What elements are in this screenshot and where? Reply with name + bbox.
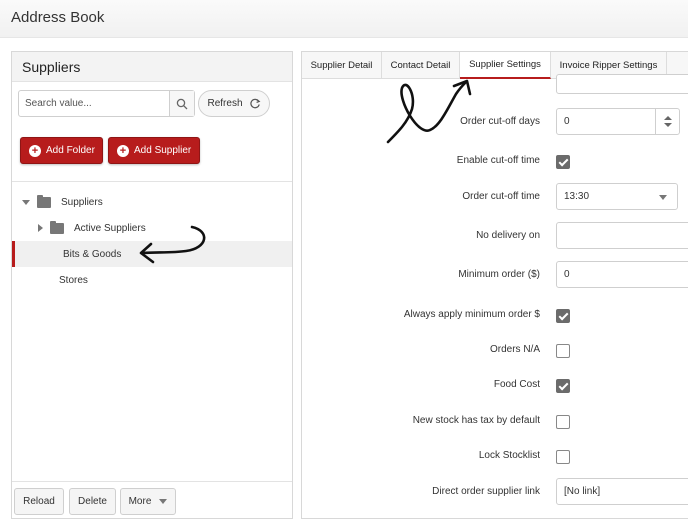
- order-cutoff-time-label: Order cut-off time: [462, 191, 540, 202]
- tab-supplier-settings[interactable]: Supplier Settings: [460, 52, 551, 79]
- tree-item-stores[interactable]: Stores: [12, 267, 292, 293]
- divider: [12, 181, 292, 182]
- add-supplier-button[interactable]: + Add Supplier: [108, 137, 200, 164]
- tree-item-active-suppliers[interactable]: Active Suppliers: [12, 215, 292, 241]
- order-cutoff-time-select[interactable]: 13:30: [556, 183, 678, 210]
- tab-label: Supplier Settings: [469, 59, 541, 70]
- plus-icon: +: [29, 144, 41, 157]
- tab-label: Contact Detail: [390, 60, 451, 71]
- orders-na-label: Orders N/A: [489, 344, 540, 355]
- tree-item-label: Stores: [59, 274, 88, 286]
- add-folder-label: Add Folder: [46, 145, 95, 156]
- add-folder-button[interactable]: + Add Folder: [20, 137, 103, 164]
- tree-item-label: Suppliers: [61, 196, 103, 208]
- tab-label: Invoice Ripper Settings: [559, 60, 658, 71]
- enable-cutoff-time-checkbox[interactable]: [556, 155, 570, 169]
- bottom-toolbar: Reload Delete More: [12, 481, 292, 519]
- reload-button[interactable]: Reload: [14, 488, 64, 515]
- direct-order-link-label: Direct order supplier link: [432, 486, 540, 497]
- more-label: More: [128, 496, 152, 507]
- enable-cutoff-time-label: Enable cut-off time: [456, 155, 540, 166]
- search-row: Refresh: [18, 90, 288, 118]
- refresh-icon: [249, 98, 260, 108]
- new-stock-tax-label: New stock has tax by default: [412, 415, 540, 426]
- folder-icon: [50, 220, 64, 234]
- annotation-arrow-up: [386, 79, 472, 144]
- lock-stocklist-checkbox[interactable]: [556, 450, 570, 464]
- no-delivery-on-input[interactable]: [556, 222, 688, 249]
- panel-title: Suppliers: [12, 52, 292, 82]
- suppliers-panel: Suppliers Refresh + Add Folder + Add Sup…: [11, 51, 293, 519]
- scrolled-field[interactable]: [556, 74, 688, 94]
- add-supplier-label: Add Supplier: [134, 145, 192, 156]
- food-cost-checkbox[interactable]: [556, 379, 570, 393]
- tab-contact-detail[interactable]: Contact Detail: [382, 52, 460, 79]
- refresh-button[interactable]: Refresh: [198, 90, 270, 117]
- lock-stocklist-label: Lock Stocklist: [478, 450, 540, 461]
- always-apply-min-checkbox[interactable]: [556, 309, 570, 323]
- always-apply-min-label: Always apply minimum order $: [403, 309, 540, 320]
- tab-label: Supplier Detail: [310, 60, 373, 71]
- app-title: Address Book: [11, 9, 105, 26]
- chevron-down-icon[interactable]: [663, 123, 672, 127]
- chevron-down-icon: [659, 195, 667, 200]
- order-cutoff-days-input[interactable]: 0: [556, 108, 680, 135]
- minimum-order-input[interactable]: 0: [556, 261, 688, 288]
- search-input[interactable]: [19, 91, 169, 116]
- order-cutoff-time-value: 13:30: [564, 191, 590, 202]
- chevron-down-icon: [159, 499, 168, 504]
- chevron-up-icon[interactable]: [663, 116, 672, 120]
- refresh-label: Refresh: [207, 98, 243, 109]
- tree-item-label: Bits & Goods: [63, 248, 122, 260]
- direct-order-link-value: [No link]: [564, 486, 601, 497]
- delete-label: Delete: [78, 496, 107, 507]
- tab-supplier-detail[interactable]: Supplier Detail: [302, 52, 382, 79]
- minimum-order-value: 0: [564, 269, 570, 280]
- direct-order-link-select[interactable]: [No link]: [556, 478, 688, 505]
- chevron-right-icon[interactable]: [38, 224, 43, 232]
- food-cost-label: Food Cost: [493, 379, 540, 390]
- number-stepper[interactable]: [655, 109, 679, 134]
- search-box: [18, 90, 195, 117]
- folder-icon: [37, 194, 51, 208]
- tree-item-suppliers[interactable]: Suppliers: [12, 189, 292, 215]
- order-cutoff-days-value: 0: [564, 116, 570, 127]
- more-button[interactable]: More: [120, 488, 176, 515]
- search-icon: [176, 98, 188, 109]
- orders-na-checkbox[interactable]: [556, 344, 570, 358]
- search-button[interactable]: [169, 91, 194, 116]
- minimum-order-label: Minimum order ($): [458, 269, 540, 280]
- delete-button[interactable]: Delete: [69, 488, 116, 515]
- plus-icon: +: [117, 144, 129, 157]
- new-stock-tax-checkbox[interactable]: [556, 415, 570, 429]
- no-delivery-on-label: No delivery on: [476, 230, 540, 241]
- tree-item-bits-goods[interactable]: Bits & Goods: [12, 241, 292, 267]
- tree-item-label: Active Suppliers: [74, 222, 146, 234]
- reload-label: Reload: [23, 496, 55, 507]
- chevron-down-icon[interactable]: [22, 199, 30, 205]
- supplier-settings-panel: Supplier Detail Contact Detail Supplier …: [301, 51, 688, 519]
- order-cutoff-days-label: Order cut-off days: [460, 116, 540, 127]
